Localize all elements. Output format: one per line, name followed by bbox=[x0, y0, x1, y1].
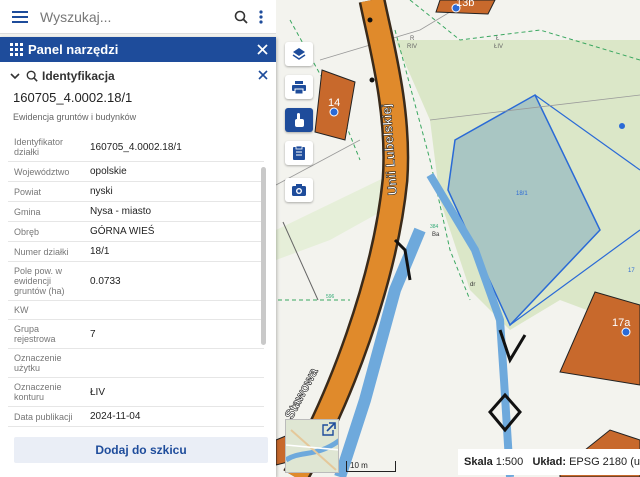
attribute-value: ŁIV bbox=[84, 377, 264, 407]
attribute-value: Nysa - miasto bbox=[84, 201, 264, 222]
label-384: 384 bbox=[430, 224, 439, 230]
chevron-down-icon[interactable] bbox=[10, 72, 20, 80]
identification-title: Identyfikacja bbox=[42, 69, 115, 83]
attribute-value: 7 bbox=[84, 319, 264, 349]
panel-title: Panel narzędzi bbox=[28, 42, 119, 57]
search-input[interactable] bbox=[40, 1, 230, 32]
search-icon[interactable] bbox=[230, 0, 252, 34]
attribute-row: Obręb GÓRNA WIEŚ bbox=[8, 221, 264, 242]
attribute-row: Oznaczenie konturu ŁIV bbox=[8, 377, 264, 407]
road-node-2 bbox=[367, 17, 373, 23]
add-to-sketch-button[interactable]: Dodaj do szkicu bbox=[14, 437, 268, 463]
attribute-value: nyski bbox=[84, 181, 264, 202]
attribute-value bbox=[84, 300, 264, 320]
label-dr: dr bbox=[470, 282, 475, 288]
attribute-key: Oznaczenie użytku bbox=[8, 348, 84, 378]
attribute-row: KW bbox=[8, 300, 264, 320]
search-icon bbox=[26, 70, 38, 82]
overview-minimap[interactable] bbox=[285, 419, 339, 473]
identify-button[interactable] bbox=[285, 108, 313, 132]
building-label-13b: 13b bbox=[456, 0, 474, 9]
road-node-1 bbox=[369, 77, 375, 83]
attribute-key: Powiat bbox=[8, 181, 84, 202]
panel-header: Panel narzędzi bbox=[0, 37, 276, 62]
camera-icon bbox=[292, 184, 306, 196]
attribute-key: KW bbox=[8, 300, 84, 320]
layer-name: Ewidencja gruntów i budynków bbox=[13, 112, 137, 122]
attribute-value: 160705_4.0002.18/1 bbox=[84, 133, 264, 162]
scale-value[interactable]: 1:500 bbox=[496, 456, 524, 468]
attribute-row: Data publikacji 2024-11-04 bbox=[8, 406, 264, 427]
attribute-row: Pole pow. w ewidencji gruntów (ha) 0.0733 bbox=[8, 261, 264, 301]
attribute-key: Pole pow. w ewidencji gruntów (ha) bbox=[8, 261, 84, 301]
scale-bar: 10 m bbox=[346, 461, 398, 473]
attribute-value: 0.0733 bbox=[84, 261, 264, 301]
scale-label: Skala bbox=[464, 456, 493, 468]
status-bar: Skala 1:500 Układ: EPSG 2180 (u bbox=[458, 449, 640, 475]
attribute-value: opolskie bbox=[84, 161, 264, 182]
label-596: 596 bbox=[326, 294, 335, 300]
attribute-row: Województwo opolskie bbox=[8, 161, 264, 182]
expand-icon[interactable] bbox=[322, 422, 336, 436]
attribute-key: Obręb bbox=[8, 221, 84, 242]
attributes-scroll-area[interactable]: Identyfikator działki 160705_4.0002.18/1 W… bbox=[0, 133, 270, 435]
label-17: 17 bbox=[628, 268, 635, 274]
close-icon[interactable] bbox=[254, 42, 270, 58]
scrollbar[interactable] bbox=[261, 167, 266, 345]
attribute-row: Oznaczenie użytku bbox=[8, 348, 264, 378]
address-point-14[interactable] bbox=[329, 107, 339, 117]
screenshot-button[interactable] bbox=[285, 178, 313, 202]
scale-bar-text: 10 m bbox=[350, 461, 368, 470]
print-icon bbox=[292, 80, 306, 94]
label-ba: Ba bbox=[432, 232, 440, 238]
print-button[interactable] bbox=[285, 75, 313, 99]
attribute-value: GÓRNA WIEŚ bbox=[84, 221, 264, 242]
label-r: R bbox=[410, 36, 415, 42]
tools-panel: Panel narzędzi Identyfikacja 160705_4.00… bbox=[0, 37, 276, 477]
attribute-key: Grupa rejestrowa bbox=[8, 319, 84, 349]
attribute-key: Województwo bbox=[8, 161, 84, 182]
building-label-17a: 17a bbox=[612, 317, 631, 329]
attribute-key: Oznaczenie konturu bbox=[8, 377, 84, 407]
clipboard-button[interactable] bbox=[285, 141, 313, 165]
search-bar bbox=[0, 0, 276, 34]
address-point-17[interactable] bbox=[619, 123, 625, 129]
crs-label: Układ: bbox=[532, 456, 567, 468]
layers-button[interactable] bbox=[285, 42, 313, 66]
parcel-id-heading: 160705_4.0002.18/1 bbox=[13, 90, 133, 105]
attribute-row: Grupa rejestrowa 7 bbox=[8, 319, 264, 349]
attribute-value bbox=[84, 348, 264, 378]
attributes-table: Identyfikator działki 160705_4.0002.18/1 W… bbox=[8, 133, 264, 427]
attribute-key: Identyfikator działki bbox=[8, 133, 84, 162]
label-liv: ŁIV bbox=[494, 44, 503, 50]
attribute-key: Gmina bbox=[8, 201, 84, 222]
more-vert-icon[interactable] bbox=[252, 0, 270, 34]
address-point-17a[interactable] bbox=[621, 327, 631, 337]
identification-section-header[interactable]: Identyfikacja bbox=[0, 62, 276, 90]
attribute-key: Numer działki bbox=[8, 241, 84, 262]
hamburger-menu-icon[interactable] bbox=[0, 0, 40, 34]
attribute-value: 18/1 bbox=[84, 241, 264, 262]
attribute-row: Identyfikator działki 160705_4.0002.18/1 bbox=[8, 133, 264, 162]
label-riv: RIV bbox=[407, 44, 417, 50]
attribute-key: Data publikacji bbox=[8, 406, 84, 427]
clipboard-icon bbox=[293, 146, 305, 160]
attribute-row: Numer działki 18/1 bbox=[8, 241, 264, 262]
building-label-14: 14 bbox=[328, 97, 340, 109]
close-icon[interactable] bbox=[258, 69, 268, 83]
layers-icon bbox=[292, 48, 306, 60]
apps-grid-icon bbox=[10, 43, 23, 56]
label-parcel-18-1: 18/1 bbox=[516, 191, 528, 197]
crs-value[interactable]: EPSG 2180 (u bbox=[569, 456, 640, 468]
attribute-value: 2024-11-04 bbox=[84, 406, 264, 427]
hand-pointer-icon bbox=[295, 112, 304, 127]
attribute-row: Powiat nyski bbox=[8, 181, 264, 202]
attribute-row: Gmina Nysa - miasto bbox=[8, 201, 264, 222]
